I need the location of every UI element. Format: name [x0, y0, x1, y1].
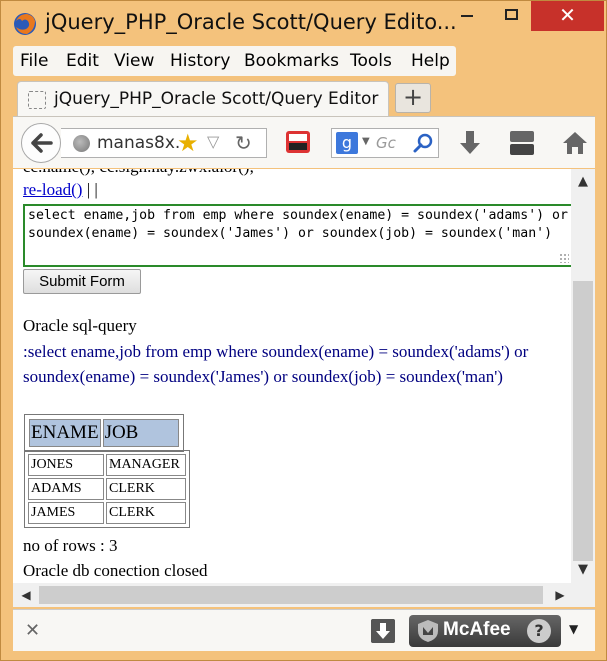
page-icon — [28, 91, 46, 109]
table-cell: CLERK — [106, 478, 186, 500]
minimize-button[interactable] — [447, 1, 487, 31]
new-tab-button[interactable]: + — [395, 83, 431, 113]
mcafee-button[interactable]: McAfee ? — [409, 615, 561, 647]
section-heading: Oracle sql-query — [23, 316, 137, 335]
db-status: Oracle db conection closed — [23, 561, 208, 580]
table-row: JAMES CLERK — [28, 502, 186, 524]
menu-view[interactable]: View — [114, 51, 154, 71]
download-icon[interactable] — [457, 129, 483, 157]
menu-file[interactable]: File — [20, 51, 48, 71]
close-icon: ✕ — [559, 3, 576, 27]
menu-tools[interactable]: Tools — [350, 51, 392, 71]
menu-help[interactable]: Help — [411, 51, 450, 71]
reload-row: re-load() | | — [23, 180, 98, 200]
result-header-table: ENAME JOB — [24, 414, 184, 452]
table-cell: JONES — [28, 454, 104, 476]
vertical-scrollbar[interactable]: ▲ ▼ — [571, 169, 595, 583]
scroll-left-icon[interactable]: ◀ — [15, 583, 37, 607]
browser-window: jQuery_PHP_Oracle Scott/Query Edito... ✕… — [0, 0, 607, 661]
url-bar[interactable]: manas8x. ★ ▽ ↻ — [61, 128, 267, 158]
url-input[interactable]: manas8x. — [97, 133, 180, 153]
rows-count: no of rows : 3 — [23, 536, 118, 555]
table-row: ADAMS CLERK — [28, 478, 186, 500]
mcafee-dropdown-icon[interactable]: ▼ — [569, 622, 578, 636]
menu-history[interactable]: History — [170, 51, 230, 71]
back-button[interactable] — [21, 123, 61, 163]
menu-bar: File Edit View History Bookmarks Tools H… — [13, 46, 456, 76]
search-input[interactable]: Gc — [376, 134, 396, 152]
scroll-up-icon[interactable]: ▲ — [571, 171, 595, 193]
clipped-text: cc.name(); cc.sign.nay.zwx.alor(); — [23, 169, 254, 177]
table-cell: JAMES — [28, 502, 104, 524]
resize-handle-icon[interactable] — [559, 253, 569, 263]
maximize-icon — [505, 9, 518, 20]
query-echo: :select ename,job from emp where soundex… — [23, 342, 529, 386]
history-dropdown-icon[interactable]: ▽ — [207, 132, 219, 151]
result-table: JONES MANAGER ADAMS CLERK JAMES CLERK — [24, 450, 190, 528]
scroll-right-icon[interactable]: ▶ — [549, 583, 571, 607]
download-status-icon[interactable] — [371, 619, 395, 643]
bookmark-star-icon[interactable]: ★ — [177, 130, 199, 156]
tab-title: jQuery_PHP_Oracle Scott/Query Editor — [54, 89, 379, 109]
reload-separator: | | — [86, 180, 98, 199]
menu-bookmarks[interactable]: Bookmarks — [244, 51, 339, 71]
submit-button[interactable]: Submit Form — [23, 269, 141, 294]
search-box[interactable]: g ▼ Gc — [331, 128, 439, 158]
close-button[interactable]: ✕ — [531, 1, 604, 31]
maximize-button[interactable] — [495, 1, 535, 31]
youtube-downloader-icon[interactable] — [285, 129, 311, 155]
table-row: JONES MANAGER — [28, 454, 186, 476]
back-arrow-icon — [31, 133, 53, 153]
engine-dropdown-icon[interactable]: ▼ — [362, 136, 370, 147]
navigation-toolbar: manas8x. ★ ▽ ↻ g ▼ Gc — [13, 116, 595, 168]
table-cell: MANAGER — [106, 454, 186, 476]
google-engine-icon[interactable]: g — [336, 132, 358, 154]
tab-query-editor[interactable]: jQuery_PHP_Oracle Scott/Query Editor — [17, 81, 389, 117]
addon-bar-close-icon[interactable]: ✕ — [25, 620, 40, 641]
menu-edit[interactable]: Edit — [66, 51, 99, 71]
reload-link[interactable]: re-load() — [23, 180, 82, 199]
vertical-scroll-thumb[interactable] — [573, 281, 593, 561]
query-textarea[interactable]: select ename,job from emp where soundex(… — [23, 204, 571, 267]
query-text: select ename,job from emp where soundex(… — [28, 208, 568, 241]
mcafee-shield-icon — [418, 620, 438, 642]
minimize-icon — [461, 15, 473, 17]
column-header-job: JOB — [102, 419, 179, 447]
home-icon[interactable] — [561, 130, 589, 156]
table-cell: ADAMS — [28, 478, 104, 500]
youtube-icon[interactable] — [509, 129, 535, 157]
page-content: cc.name(); cc.sign.nay.zwx.alor(); re-lo… — [13, 169, 571, 583]
column-header-ename: ENAME — [29, 419, 101, 447]
search-icon[interactable] — [412, 132, 434, 154]
site-identity-icon[interactable] — [73, 135, 90, 152]
horizontal-scrollbar[interactable]: ◀ ▶ — [13, 583, 595, 607]
mcafee-help-icon[interactable]: ? — [527, 619, 551, 643]
addon-bar: ✕ McAfee ? ▼ — [13, 609, 595, 651]
reload-icon[interactable]: ↻ — [235, 131, 252, 155]
firefox-logo-icon — [14, 13, 36, 35]
window-title: jQuery_PHP_Oracle Scott/Query Edito... — [45, 10, 457, 34]
mcafee-label: McAfee — [443, 619, 511, 640]
scroll-down-icon[interactable]: ▼ — [571, 559, 595, 581]
table-cell: CLERK — [106, 502, 186, 524]
title-bar[interactable]: jQuery_PHP_Oracle Scott/Query Edito... ✕ — [1, 1, 606, 45]
horizontal-scroll-thumb[interactable] — [39, 586, 543, 604]
